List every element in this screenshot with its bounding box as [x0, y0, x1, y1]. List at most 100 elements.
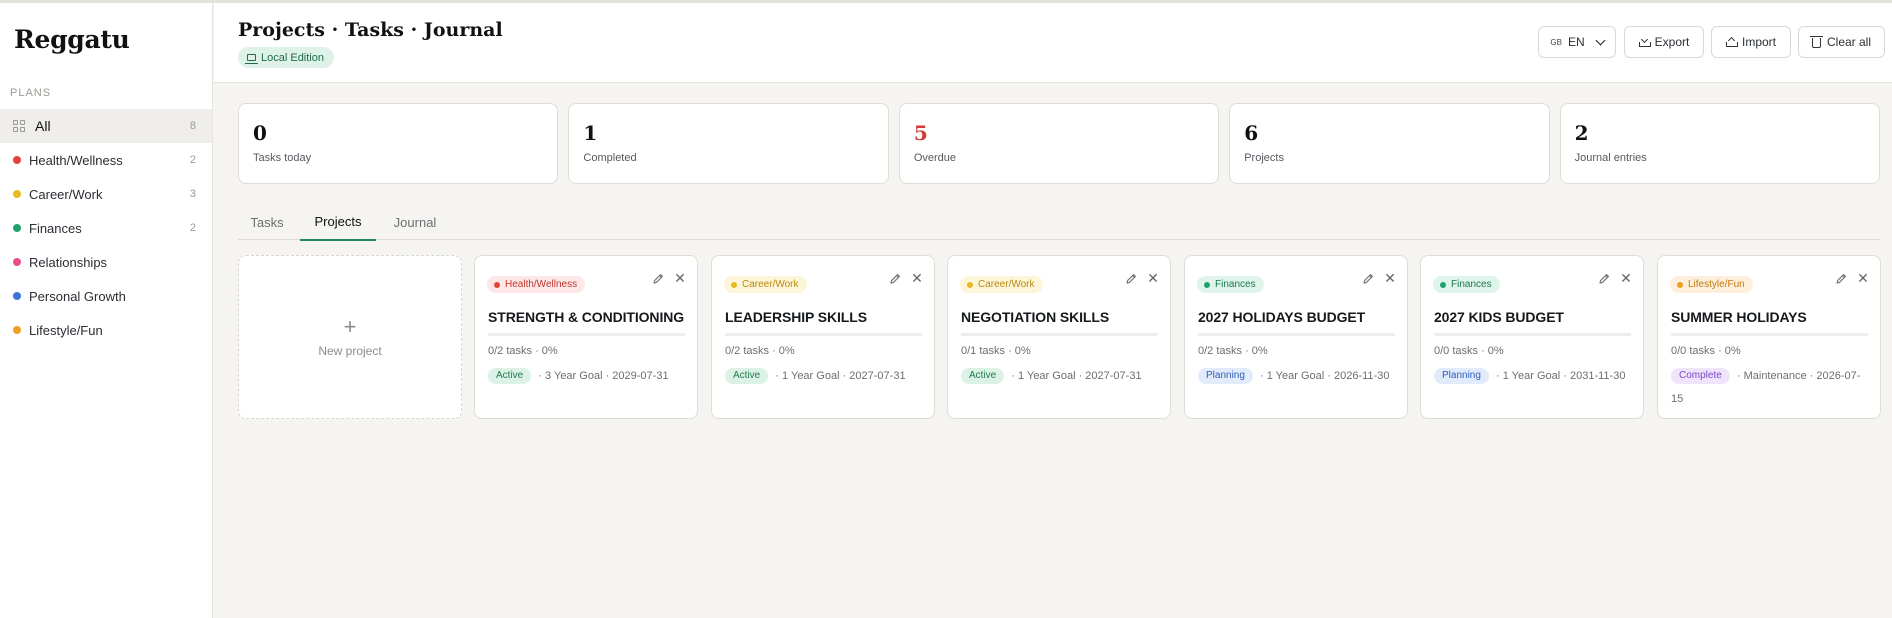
sidebar-item-count: 3: [189, 188, 196, 200]
delete-icon[interactable]: ✕: [910, 271, 924, 285]
project-goal: · 3 Year Goal: [538, 370, 603, 382]
category-dot-icon: [494, 281, 500, 288]
status-badge: Planning: [1198, 368, 1253, 384]
project-meta: Active · 1 Year Goal · 2027-07-31: [961, 365, 1161, 388]
edit-icon[interactable]: [651, 272, 665, 286]
category-tag: Career/Work: [724, 276, 807, 293]
status-badge: Active: [725, 368, 769, 384]
project-meta: Planning · 1 Year Goal · 2026-11-30: [1198, 365, 1398, 388]
sidebar-item-career-work[interactable]: Career/Work 3: [0, 177, 212, 211]
edit-icon[interactable]: [1124, 272, 1138, 286]
stat-value: 6: [1244, 121, 1259, 145]
category-tag: Career/Work: [960, 276, 1043, 293]
sidebar-item-personal-growth[interactable]: Personal Growth: [0, 279, 212, 313]
category-tag: Lifestyle/Fun: [1670, 276, 1753, 293]
delete-icon[interactable]: ✕: [1383, 271, 1397, 285]
status-badge: Active: [961, 368, 1005, 384]
category-dot-icon: [13, 224, 21, 232]
project-meta: Active · 3 Year Goal · 2029-07-31: [488, 365, 688, 388]
category-tag: Finances: [1433, 276, 1500, 293]
category-dot-icon: [13, 156, 21, 164]
import-label: Import: [1741, 35, 1776, 49]
tab-tasks[interactable]: Tasks: [238, 204, 296, 240]
delete-icon[interactable]: ✕: [673, 271, 687, 285]
status-badge: Planning: [1434, 368, 1489, 384]
progress-bar: [1434, 333, 1631, 336]
project-title: SUMMER HOLIDAYS: [1671, 309, 1807, 325]
edit-icon[interactable]: [1361, 272, 1375, 286]
delete-icon[interactable]: ✕: [1146, 271, 1160, 285]
new-project-button[interactable]: + New project: [238, 255, 462, 419]
stat-card-tasks-today: 0 Tasks today: [238, 103, 559, 184]
sidebar-item-count: 2: [189, 222, 196, 234]
project-card[interactable]: Finances ✕ 2027 HOLIDAYS BUDGET 0/2 task…: [1184, 255, 1408, 419]
sidebar-item-lifestyle-fun[interactable]: Lifestyle/Fun: [0, 313, 212, 347]
sidebar-item-finances[interactable]: Finances 2: [0, 211, 212, 245]
stat-card-completed: 1 Completed: [568, 103, 889, 184]
category-label: Career/Work: [742, 279, 799, 290]
tab-projects[interactable]: Projects: [300, 204, 376, 241]
clear-all-button[interactable]: Clear all: [1798, 26, 1885, 58]
project-card[interactable]: Health/Wellness ✕ STRENGTH & CONDITIONIN…: [474, 255, 698, 419]
project-due-date: · 2027-07-31: [1078, 370, 1142, 382]
delete-icon[interactable]: ✕: [1619, 271, 1633, 285]
trash-icon: [1809, 36, 1823, 48]
status-badge: Active: [488, 368, 532, 384]
new-project-label: New project: [318, 344, 382, 358]
tab-journal[interactable]: Journal: [382, 204, 448, 240]
project-card[interactable]: Finances ✕ 2027 KIDS BUDGET 0/0 tasks · …: [1420, 255, 1644, 419]
delete-icon[interactable]: ✕: [1856, 271, 1870, 285]
chevron-down-icon: [1595, 35, 1606, 45]
category-dot-icon: [13, 258, 21, 266]
sidebar-item-all[interactable]: All 8: [0, 109, 212, 143]
stat-label: Journal entries: [1574, 152, 1647, 164]
laptop-icon: [245, 54, 258, 64]
edit-icon[interactable]: [1834, 272, 1848, 286]
category-label: Health/Wellness: [505, 279, 578, 290]
export-label: Export: [1654, 35, 1690, 49]
progress-bar: [1198, 333, 1395, 336]
sidebar-item-count: 2: [189, 154, 196, 166]
progress-bar: [488, 333, 685, 336]
status-badge: Complete: [1671, 368, 1730, 384]
project-task-summary: 0/0 tasks · 0%: [1434, 345, 1504, 357]
sidebar-item-label: Finances: [29, 220, 82, 236]
stat-label: Projects: [1244, 152, 1284, 164]
stat-label: Tasks today: [253, 152, 312, 164]
progress-bar: [961, 333, 1158, 336]
stat-value: 5: [913, 121, 928, 145]
sidebar-item-label: Relationships: [29, 254, 108, 270]
project-meta: Planning · 1 Year Goal · 2031-11-30: [1434, 365, 1634, 388]
flag-gb-icon: GB: [1550, 37, 1562, 47]
project-task-summary: 0/2 tasks · 0%: [1198, 345, 1268, 357]
edit-icon[interactable]: [1597, 272, 1611, 286]
category-tag: Health/Wellness: [487, 276, 586, 293]
sidebar-item-label: Personal Growth: [29, 288, 126, 304]
sidebar-item-health-wellness[interactable]: Health/Wellness 2: [0, 143, 212, 177]
edit-icon[interactable]: [888, 272, 902, 286]
project-card[interactable]: Career/Work ✕ NEGOTIATION SKILLS 0/1 tas…: [947, 255, 1171, 419]
project-due-date: · 2027-07-31: [842, 370, 906, 382]
plus-icon: +: [343, 314, 357, 339]
stat-card-overdue: 5 Overdue: [898, 103, 1220, 184]
sidebar-item-label: Lifestyle/Fun: [29, 322, 103, 338]
project-goal: · 1 Year Goal: [1259, 370, 1325, 382]
import-button[interactable]: Import: [1711, 26, 1791, 58]
category-dot-icon: [967, 281, 973, 288]
category-tag: Finances: [1197, 276, 1264, 293]
page-title: Projects · Tasks · Journal: [238, 19, 503, 41]
project-goal: · Maintenance: [1736, 370, 1807, 382]
sidebar-item-relationships[interactable]: Relationships: [0, 245, 212, 279]
plans-nav: All 8 Health/Wellness 2 Career/Work 3 Fi…: [0, 109, 212, 347]
stat-label: Completed: [583, 152, 637, 164]
project-title: 2027 HOLIDAYS BUDGET: [1198, 309, 1366, 325]
grid-icon: [13, 120, 25, 132]
clear-all-label: Clear all: [1826, 35, 1871, 49]
page-header: Projects · Tasks · Journal Local Edition…: [214, 3, 1892, 83]
language-select[interactable]: GB EN: [1538, 26, 1616, 58]
project-card[interactable]: Lifestyle/Fun ✕ SUMMER HOLIDAYS 0/0 task…: [1657, 255, 1881, 419]
project-card[interactable]: Career/Work ✕ LEADERSHIP SKILLS 0/2 task…: [711, 255, 935, 419]
stat-value: 1: [583, 121, 598, 145]
export-button[interactable]: Export: [1624, 26, 1704, 58]
sidebar-item-label: All: [35, 118, 51, 134]
